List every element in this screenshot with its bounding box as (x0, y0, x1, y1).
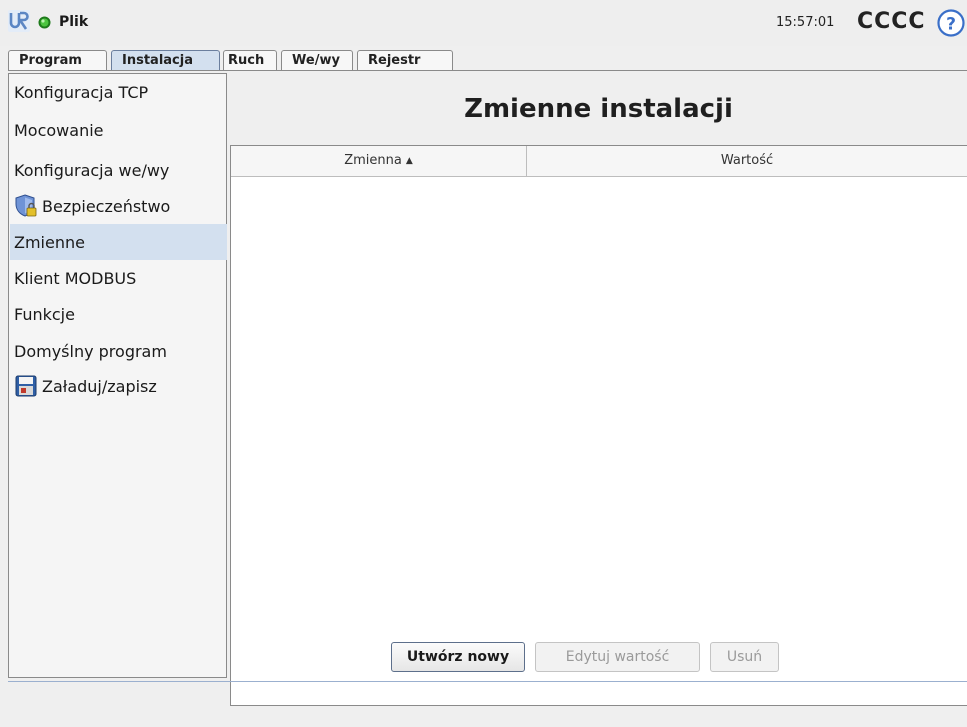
sidebar-item-default-program[interactable]: Domyślny program (10, 333, 227, 369)
help-icon[interactable]: ? (937, 9, 965, 37)
tab-program[interactable]: Program (8, 50, 107, 70)
sidebar-item-safety[interactable]: Bezpieczeństwo (10, 188, 227, 224)
sidebar-item-label: Konfiguracja TCP (14, 82, 149, 102)
sidebar-item-mounting[interactable]: Mocowanie (10, 112, 227, 148)
tab-rejestr[interactable]: Rejestr (357, 50, 453, 70)
delete-button[interactable]: Usuń (710, 642, 779, 672)
tab-divider (8, 70, 967, 71)
floppy-disk-icon (15, 375, 37, 397)
tab-instalacja[interactable]: Instalacja (111, 50, 220, 70)
shield-lock-icon (15, 194, 37, 217)
sidebar-item-label: Klient MODBUS (14, 268, 137, 288)
sidebar-item-features[interactable]: Funkcje (10, 296, 227, 332)
tab-ruch[interactable]: Ruch (223, 50, 277, 70)
sidebar-item-load-save[interactable]: Załaduj/zapisz (10, 368, 227, 404)
sidebar-item-tcp-config[interactable]: Konfiguracja TCP (10, 74, 227, 110)
sidebar-item-io-config[interactable]: Konfiguracja we/wy (10, 152, 227, 188)
column-header-label: Wartość (720, 153, 774, 168)
file-menu[interactable]: Plik (59, 14, 88, 30)
sort-ascending-icon: ▲ (405, 156, 413, 166)
table-header: Zmienna ▲ Wartość (231, 146, 967, 177)
page-title: Zmienne instalacji (464, 94, 733, 124)
tab-we-wy[interactable]: We/wy (281, 50, 353, 70)
ur-logo-icon (8, 10, 30, 32)
svg-text:?: ? (946, 15, 956, 35)
top-bar: Plik 15:57:01 CCCC ? (0, 0, 967, 46)
main-panel: Zmienne instalacji Zmienna ▲ Wartość Utwó… (230, 73, 967, 706)
robot-status-icon (38, 16, 51, 29)
column-header-variable[interactable]: Zmienna ▲ (231, 146, 527, 176)
sidebar-item-label: Funkcje (14, 304, 75, 324)
column-header-value[interactable]: Wartość (527, 146, 967, 176)
sidebar-item-label: Załaduj/zapisz (42, 376, 157, 396)
edit-value-button[interactable]: Edytuj wartość (535, 642, 700, 672)
sidebar-item-label: Mocowanie (14, 120, 104, 140)
column-header-label: Zmienna (344, 153, 402, 168)
sidebar-item-modbus-client[interactable]: Klient MODBUS (10, 260, 227, 296)
sidebar-item-label: Konfiguracja we/wy (14, 160, 170, 180)
create-new-button[interactable]: Utwórz nowy (391, 642, 525, 672)
action-buttons: Utwórz nowy Edytuj wartość Usuń (230, 642, 967, 674)
sidebar-item-variables[interactable]: Zmienne (10, 224, 227, 260)
clock: 15:57:01 (776, 15, 835, 30)
installation-sidebar: Konfiguracja TCP Mocowanie Konfiguracja … (8, 73, 227, 678)
footer-divider (8, 681, 967, 682)
sidebar-item-label: Domyślny program (14, 341, 167, 361)
sidebar-item-label: Bezpieczeństwo (42, 196, 171, 216)
robot-name: CCCC (857, 9, 926, 34)
variables-table: Zmienna ▲ Wartość (230, 145, 967, 706)
sidebar-item-label: Zmienne (14, 232, 85, 252)
